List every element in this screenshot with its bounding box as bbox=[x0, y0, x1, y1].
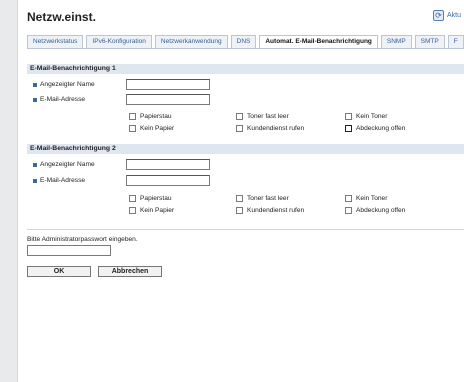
checkbox-label: Abdeckung offen bbox=[356, 207, 406, 214]
checkbox-box[interactable] bbox=[129, 125, 136, 132]
cancel-button[interactable]: Abbrechen bbox=[98, 266, 162, 277]
page-title: Netzw.einst. bbox=[27, 10, 96, 24]
tab-smtp[interactable]: SMTP bbox=[414, 35, 445, 49]
tab-network-status[interactable]: Netzwerkstatus bbox=[27, 35, 84, 49]
checkbox-box[interactable] bbox=[345, 113, 352, 120]
email-input-1[interactable] bbox=[126, 94, 210, 105]
checkbox-label: Toner fast leer bbox=[247, 195, 289, 202]
checkbox-box[interactable] bbox=[236, 125, 243, 132]
display-name-row-1: Angezeigter Name bbox=[33, 79, 210, 90]
display-name-label-2: Angezeigter Name bbox=[40, 161, 95, 168]
tab-network-application[interactable]: Netzwerkanwendung bbox=[154, 35, 228, 49]
checkbox-box[interactable] bbox=[345, 125, 352, 132]
checkbox-label: Kundendienst rufen bbox=[247, 125, 305, 132]
section-heading-notification-2: E-Mail-Benachrichtigung 2 bbox=[27, 144, 464, 154]
checkbox-toner-low-1[interactable]: Toner fast leer bbox=[236, 113, 289, 120]
checkbox-toner-low-2[interactable]: Toner fast leer bbox=[236, 195, 289, 202]
refresh-button[interactable]: ⟳ Aktu bbox=[433, 10, 461, 21]
checkbox-label: Papierstau bbox=[140, 113, 172, 120]
tab-snmp[interactable]: SNMP bbox=[380, 35, 412, 49]
bullet-icon bbox=[33, 162, 37, 167]
bullet-icon bbox=[33, 178, 37, 183]
checkbox-cover-open-1[interactable]: Abdeckung offen bbox=[345, 125, 405, 132]
checkbox-no-paper-1[interactable]: Kein Papier bbox=[129, 125, 174, 132]
email-row-1: E-Mail-Adresse bbox=[33, 94, 210, 105]
checkbox-label: Kein Papier bbox=[140, 125, 175, 132]
checkbox-no-toner-1[interactable]: Kein Toner bbox=[345, 113, 387, 120]
tab-bar: Netzwerkstatus IPv6-Konfiguration Netzwe… bbox=[27, 35, 464, 49]
display-name-input-1[interactable] bbox=[126, 79, 210, 90]
checkbox-no-toner-2[interactable]: Kein Toner bbox=[345, 195, 387, 202]
checkbox-box[interactable] bbox=[129, 207, 136, 214]
checkbox-call-service-1[interactable]: Kundendienst rufen bbox=[236, 125, 304, 132]
checkbox-label: Toner fast leer bbox=[247, 113, 289, 120]
checkbox-label: Papierstau bbox=[140, 195, 172, 202]
email-row-2: E-Mail-Adresse bbox=[33, 175, 210, 186]
refresh-icon: ⟳ bbox=[433, 10, 444, 21]
display-name-label-1: Angezeigter Name bbox=[40, 81, 95, 88]
checkbox-box[interactable] bbox=[345, 207, 352, 214]
display-name-row-2: Angezeigter Name bbox=[33, 159, 210, 170]
checkbox-box[interactable] bbox=[236, 207, 243, 214]
tab-dns[interactable]: DNS bbox=[230, 35, 257, 49]
section-heading-notification-1: E-Mail-Benachrichtigung 1 bbox=[27, 64, 464, 74]
display-name-input-2[interactable] bbox=[126, 159, 210, 170]
checkbox-call-service-2[interactable]: Kundendienst rufen bbox=[236, 207, 304, 214]
checkbox-box[interactable] bbox=[129, 113, 136, 120]
checkbox-box[interactable] bbox=[129, 195, 136, 202]
bullet-icon bbox=[33, 97, 37, 102]
refresh-label: Aktu bbox=[447, 12, 462, 19]
checkbox-label: Abdeckung offen bbox=[356, 125, 406, 132]
content-panel bbox=[17, 0, 464, 382]
admin-password-input[interactable] bbox=[27, 245, 111, 256]
checkbox-label: Kein Toner bbox=[356, 195, 388, 202]
checkbox-label: Kein Toner bbox=[356, 113, 388, 120]
email-label-2: E-Mail-Adresse bbox=[40, 177, 86, 184]
checkbox-paper-jam-2[interactable]: Papierstau bbox=[129, 195, 172, 202]
checkbox-box[interactable] bbox=[236, 195, 243, 202]
admin-password-label: Bitte Administratorpasswort eingeben. bbox=[27, 236, 138, 243]
checkbox-box[interactable] bbox=[236, 113, 243, 120]
tab-ipv6-config[interactable]: IPv6-Konfiguration bbox=[86, 35, 152, 49]
section-divider bbox=[27, 229, 464, 230]
checkbox-box[interactable] bbox=[345, 195, 352, 202]
bullet-icon bbox=[33, 82, 37, 87]
tab-more[interactable]: F bbox=[447, 35, 464, 49]
tab-auto-email-notification[interactable]: Automat. E-Mail-Benachrichtigung bbox=[259, 35, 378, 49]
tab-underline bbox=[27, 48, 464, 49]
email-input-2[interactable] bbox=[126, 175, 210, 186]
checkbox-paper-jam-1[interactable]: Papierstau bbox=[129, 113, 172, 120]
checkbox-label: Kundendienst rufen bbox=[247, 207, 305, 214]
email-label-1: E-Mail-Adresse bbox=[40, 96, 86, 103]
checkbox-no-paper-2[interactable]: Kein Papier bbox=[129, 207, 174, 214]
checkbox-cover-open-2[interactable]: Abdeckung offen bbox=[345, 207, 405, 214]
ok-button[interactable]: OK bbox=[27, 266, 91, 277]
checkbox-label: Kein Papier bbox=[140, 207, 175, 214]
